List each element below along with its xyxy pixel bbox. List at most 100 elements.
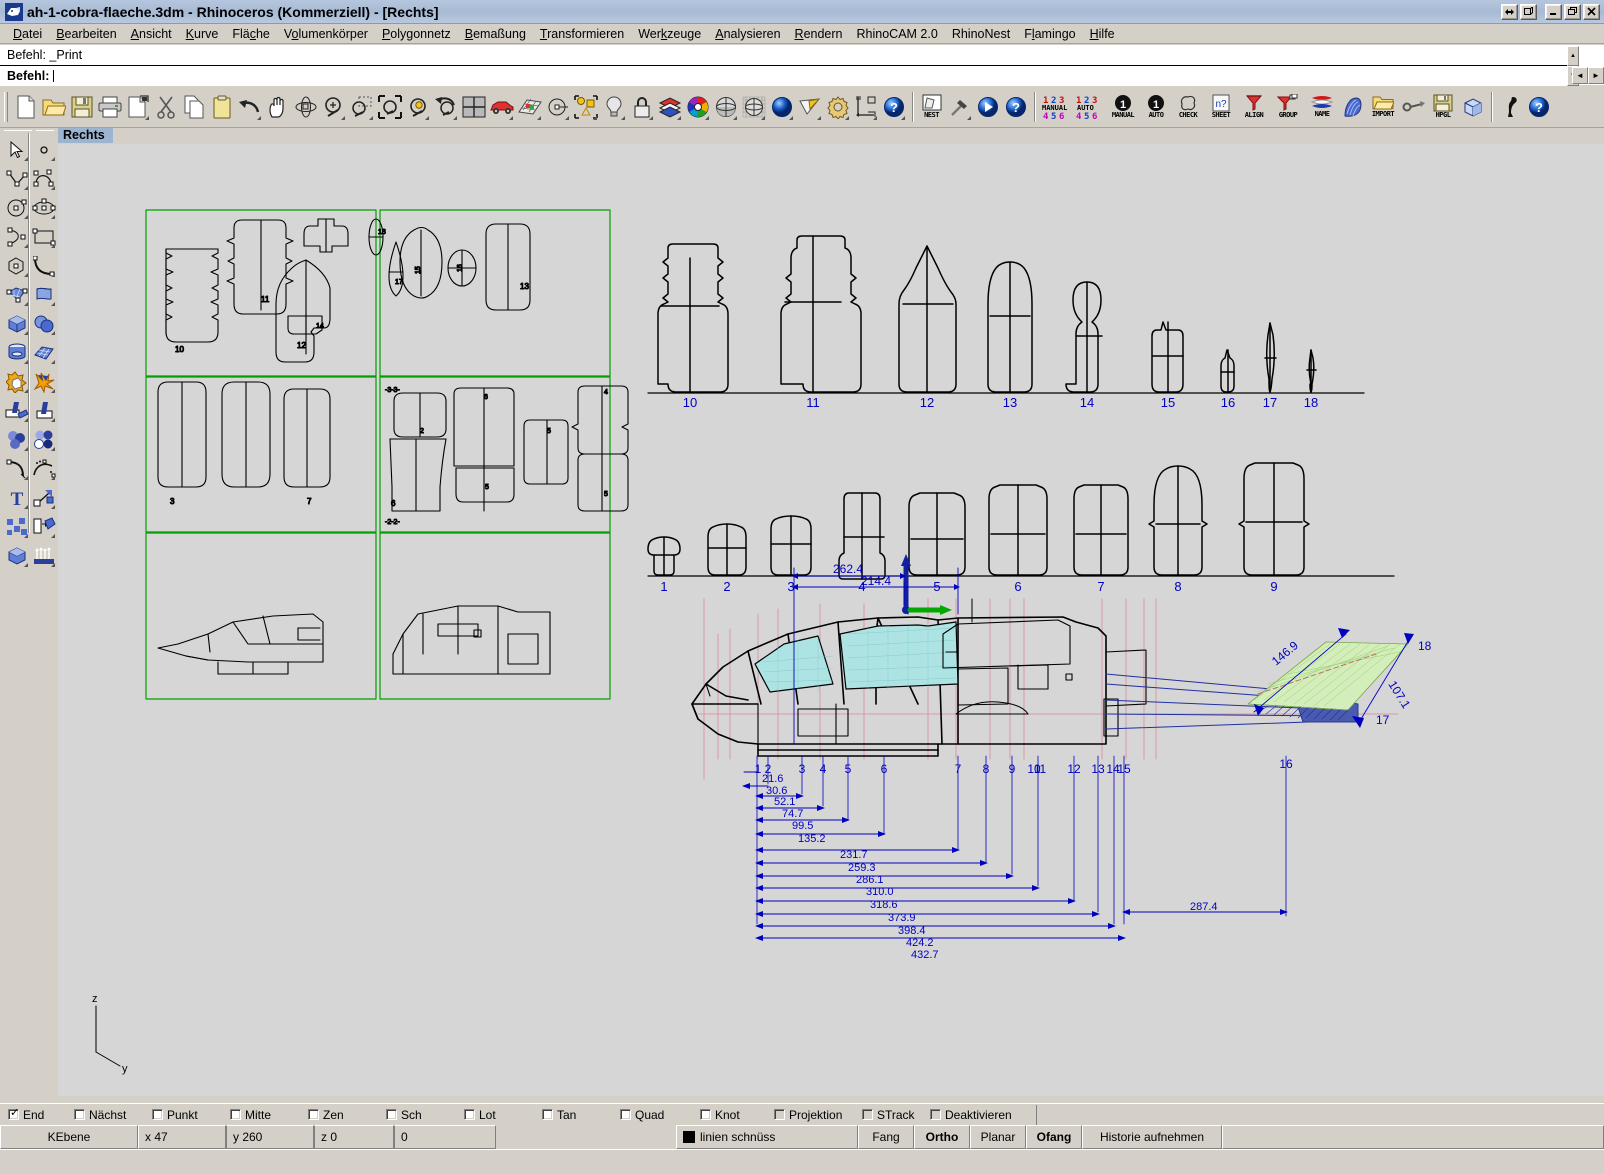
menu-rhinocam[interactable]: RhinoCAM 2.0 [850,26,945,42]
conic-curve-button[interactable] [30,251,57,280]
maximize-button[interactable] [1564,4,1581,20]
cylinder-solid-button[interactable] [3,338,30,367]
zoom-selected-button[interactable] [404,91,431,123]
explosion-button[interactable] [30,367,57,396]
osnap-sch-checkbox[interactable] [386,1109,397,1120]
menu-kurve[interactable]: Kurve [179,26,226,42]
osnap-strack[interactable]: STrack [862,1108,930,1122]
osnap-punkt[interactable]: Punkt [152,1108,230,1122]
menu-hilfe[interactable]: Hilfe [1083,26,1122,42]
group-button[interactable]: GROUP [1271,91,1305,123]
osnap-end[interactable]: ✓ End [0,1108,74,1122]
patch-surface-button[interactable] [3,280,30,309]
undo-button[interactable] [236,91,263,123]
zoom-window-button[interactable] [348,91,375,123]
osnap-projektion[interactable]: Projektion [774,1108,862,1122]
ghosted-sphere-button[interactable] [740,91,767,123]
osnap-sch[interactable]: Sch [386,1108,464,1122]
osnap-end-checkbox[interactable]: ✓ [8,1109,19,1120]
osnap-naechst[interactable]: Nächst [74,1108,152,1122]
direction-arrows-button[interactable] [30,541,57,570]
rectangle-tool-button[interactable] [30,222,57,251]
osnap-knot[interactable]: Knot [700,1108,774,1122]
dimension-button[interactable] [852,91,879,123]
select-shapes-button[interactable] [572,91,599,123]
osnap-lot-checkbox[interactable] [464,1109,475,1120]
nest-button[interactable]: NEST [918,91,945,123]
sheet-button[interactable]: n? SHEET [1205,91,1237,123]
toggle-ortho[interactable]: Ortho [914,1125,970,1149]
flat-shade-button[interactable] [796,91,823,123]
osnap-mitte-checkbox[interactable] [230,1109,241,1120]
print-button[interactable] [96,91,123,123]
menu-rendern[interactable]: Rendern [788,26,850,42]
wireframe-plane-button[interactable] [516,91,543,123]
minimize-button[interactable] [1545,4,1562,20]
osnap-naechst-checkbox[interactable] [74,1109,85,1120]
render-car-button[interactable] [488,91,515,123]
toolbar-grip[interactable] [4,92,8,122]
osnap-quad-checkbox[interactable] [620,1109,631,1120]
menu-datei[interactable]: Datei [6,26,49,42]
hpgl-button[interactable]: HPGL [1428,91,1458,123]
osnap-deaktivieren-checkbox[interactable] [930,1109,941,1120]
shaded-sphere-button[interactable] [712,91,739,123]
osnap-quad[interactable]: Quad [620,1108,700,1122]
extruded-surface-button[interactable] [30,280,57,309]
zoom-extents-button[interactable] [376,91,403,123]
grain-button[interactable] [1339,91,1366,123]
check-button[interactable]: CHECK [1172,91,1204,123]
move-arrow-button[interactable] [30,483,57,512]
manual-order-button[interactable]: 123 MANUAL 456 [1040,91,1072,123]
menu-flaeche[interactable]: Fläche [225,26,277,42]
rendered-sphere-button[interactable] [768,91,795,123]
layer-indicator[interactable]: linien schnüss [676,1125,858,1149]
text-tool-button[interactable]: T [3,483,30,512]
menu-transformieren[interactable]: Transformieren [533,26,631,42]
zoom-previous-button[interactable] [432,91,459,123]
menu-flamingo[interactable]: Flamingo [1017,26,1082,42]
import-button[interactable]: IMPORT [1367,91,1399,123]
command-prev-button[interactable]: ◄ [1572,67,1588,84]
boolean-union-button[interactable] [3,367,30,396]
four-viewport-button[interactable] [460,91,487,123]
curve-fillet-button[interactable] [3,454,30,483]
osnap-punkt-checkbox[interactable] [152,1109,163,1120]
dotted-arc-button[interactable] [30,454,57,483]
group-objects-button[interactable] [3,512,30,541]
link-button[interactable] [1400,91,1427,123]
toggle-fang[interactable]: Fang [858,1125,914,1149]
blue-mesh-button[interactable] [30,338,57,367]
auto-number-button[interactable]: 1 AUTO [1141,91,1171,123]
history-recorder[interactable]: Historie aufnehmen [1082,1125,1222,1149]
new-file-button[interactable] [12,91,39,123]
osnap-deaktivieren[interactable]: Deaktivieren [930,1108,1030,1122]
menu-analysieren[interactable]: Analysieren [708,26,787,42]
rotate-copy-button[interactable] [30,512,57,541]
two-spheres-button[interactable] [30,309,57,338]
split-button[interactable] [30,396,57,425]
manual-number-button[interactable]: 1 MANUAL [1106,91,1140,123]
nest-help-button[interactable]: ? [1002,91,1029,123]
menu-bemassung[interactable]: Bemaßung [458,26,533,42]
osnap-strack-checkbox[interactable] [862,1109,873,1120]
osnap-knot-checkbox[interactable] [700,1109,711,1120]
bezier-curve-button[interactable] [30,164,57,193]
name-button[interactable]: NAME [1306,91,1338,123]
align-button[interactable]: ALIGN [1238,91,1270,123]
paste-button[interactable] [208,91,235,123]
osnap-zen[interactable]: Zen [308,1108,386,1122]
copy-to-clipboard-button[interactable] [124,91,151,123]
command-next-button[interactable]: ► [1588,67,1604,84]
save-file-button[interactable] [68,91,95,123]
toggle-ofang[interactable]: Ofang [1026,1125,1082,1149]
box-solid-button[interactable] [3,309,30,338]
hammer-button[interactable] [946,91,973,123]
arc-tool-button[interactable] [3,222,30,251]
flamingo-help-button[interactable]: ? [1525,91,1552,123]
box-button[interactable] [1459,91,1486,123]
zoom-in-button[interactable] [320,91,347,123]
orbit-rotate-button[interactable] [292,91,319,123]
polyline-tool-button[interactable] [3,164,30,193]
layers-button[interactable] [656,91,683,123]
